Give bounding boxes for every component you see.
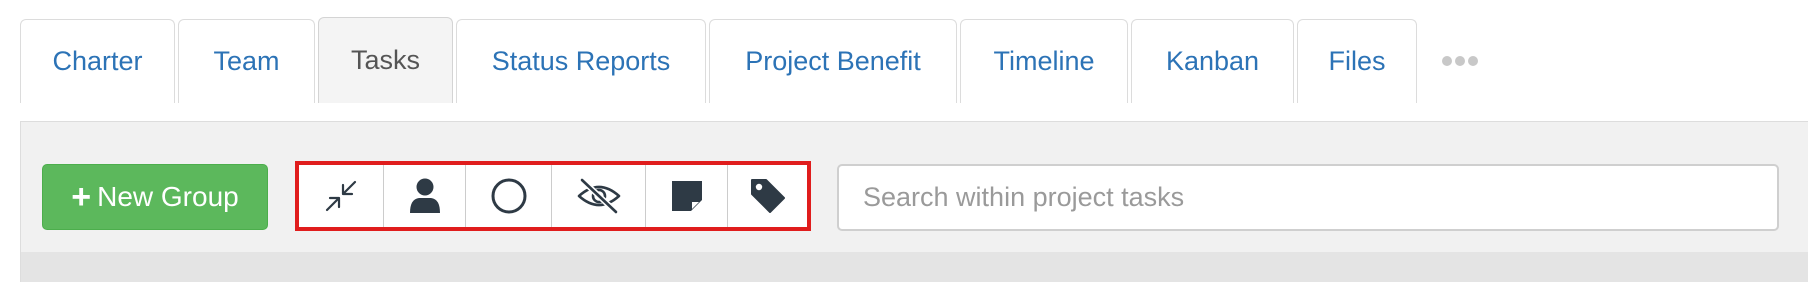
new-group-button[interactable]: + New Group xyxy=(42,164,268,230)
more-tabs-icon[interactable] xyxy=(1442,19,1481,103)
eye-slash-icon xyxy=(577,177,620,215)
tag-icon xyxy=(750,179,785,213)
assignee-filter-button[interactable] xyxy=(384,165,466,227)
task-view-toggles xyxy=(295,161,811,231)
project-tabs: Charter Team Tasks Status Reports Projec… xyxy=(20,17,1481,103)
tab-kanban[interactable]: Kanban xyxy=(1131,19,1294,103)
user-icon xyxy=(409,178,440,213)
tab-team[interactable]: Team xyxy=(178,19,315,103)
notes-button[interactable] xyxy=(646,165,728,227)
tab-charter[interactable]: Charter xyxy=(20,19,175,103)
tasks-content-area xyxy=(20,252,1808,282)
sticky-note-icon xyxy=(671,181,702,211)
tab-timeline[interactable]: Timeline xyxy=(960,19,1128,103)
tab-status-reports[interactable]: Status Reports xyxy=(456,19,706,103)
collapse-button[interactable] xyxy=(299,165,384,227)
tab-files[interactable]: Files xyxy=(1297,19,1417,103)
tags-button[interactable] xyxy=(728,165,807,227)
plus-icon: + xyxy=(71,178,92,216)
collapse-arrows-icon xyxy=(325,180,357,212)
search-tasks-input[interactable] xyxy=(837,164,1779,231)
new-group-label: New Group xyxy=(97,181,239,212)
circle-icon xyxy=(491,178,526,214)
hide-completed-button[interactable] xyxy=(552,165,646,227)
status-filter-button[interactable] xyxy=(466,165,552,227)
tab-tasks[interactable]: Tasks xyxy=(318,17,453,103)
tab-project-benefit[interactable]: Project Benefit xyxy=(709,19,957,103)
